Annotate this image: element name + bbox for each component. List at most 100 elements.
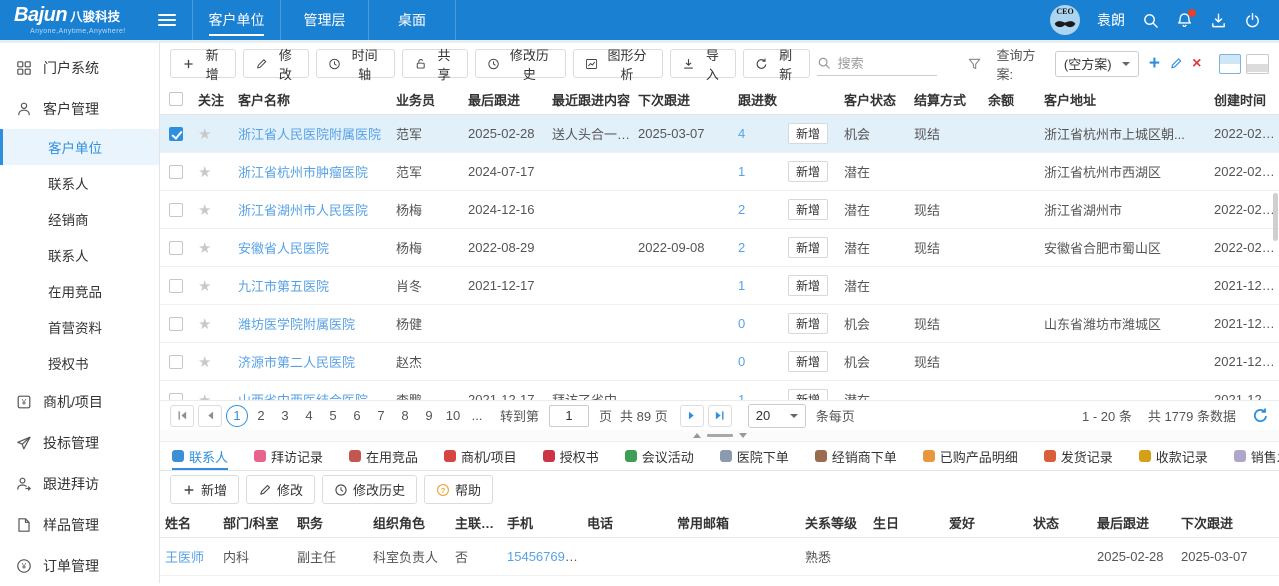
customer-name-link[interactable]: 浙江省人民医院附属医院 bbox=[238, 127, 381, 142]
col-header-balance[interactable]: 余额 bbox=[982, 90, 1038, 109]
sidebar-item-6[interactable]: 在用竞品 bbox=[0, 273, 159, 309]
detail-table-row[interactable]: 王医师 内科 副主任 科室负责人 否 15456769999 熟悉 2025-0… bbox=[160, 538, 1279, 576]
next-page-button[interactable] bbox=[680, 405, 704, 427]
table-row[interactable]: ★ 山西省中西医结合医院 李鹏 2021-12-17 拜访了省中西医 1 新增 … bbox=[160, 381, 1279, 400]
star-icon[interactable]: ★ bbox=[198, 354, 211, 371]
detail-tab-6[interactable]: 医院下单 bbox=[720, 442, 789, 470]
history-button[interactable]: 修改历史 bbox=[322, 475, 417, 504]
collapse-down-icon[interactable] bbox=[739, 433, 747, 442]
table-row[interactable]: ★ 浙江省湖州市人民医院 杨梅 2024-12-16 2 新增 潜在 现结 浙江… bbox=[160, 191, 1279, 229]
col-header-follow-content[interactable]: 最近跟进内容 bbox=[546, 90, 632, 109]
page-number-9[interactable]: 9 bbox=[418, 405, 440, 427]
row-checkbox[interactable] bbox=[169, 317, 183, 331]
sidebar-item-10[interactable]: 投标管理 bbox=[0, 422, 159, 463]
row-checkbox[interactable] bbox=[169, 127, 183, 141]
help-button[interactable]: ?帮助 bbox=[424, 475, 493, 504]
follow-count-link[interactable]: 1 bbox=[738, 164, 745, 179]
row-checkbox[interactable] bbox=[169, 279, 183, 293]
detail-tab-2[interactable]: 在用竞品 bbox=[349, 442, 418, 470]
search-input[interactable] bbox=[836, 55, 936, 72]
follow-count-link[interactable]: 0 bbox=[738, 316, 745, 331]
mobile-link[interactable]: 15456769999 bbox=[507, 549, 582, 564]
page-number-...[interactable]: ... bbox=[466, 405, 488, 427]
table-row[interactable]: ★ 九江市第五医院 肖冬 2021-12-17 1 新增 潜在 2021-12-… bbox=[160, 267, 1279, 305]
table-row[interactable]: ★ 安徽省人民医院 杨梅 2022-08-29 2022-09-08 2 新增 … bbox=[160, 229, 1279, 267]
sidebar-item-3[interactable]: 联系人 bbox=[0, 165, 159, 201]
scrollbar-thumb[interactable] bbox=[1273, 193, 1278, 241]
sidebar-item-0[interactable]: 门户系统 bbox=[0, 47, 159, 88]
page-number-10[interactable]: 10 bbox=[442, 405, 464, 427]
dcol-last-follow[interactable]: 最后跟进 bbox=[1092, 513, 1176, 532]
edit-scheme-button[interactable] bbox=[1169, 56, 1183, 71]
dcol-next-follow[interactable]: 下次跟进 bbox=[1176, 513, 1266, 532]
star-icon[interactable]: ★ bbox=[198, 164, 211, 181]
table-row[interactable]: ★ 浙江省杭州市肿瘤医院 范军 2024-07-17 1 新增 潜在 浙江省杭州… bbox=[160, 153, 1279, 191]
contact-name-link[interactable]: 王医师 bbox=[165, 550, 204, 565]
page-number-4[interactable]: 4 bbox=[298, 405, 320, 427]
top-tab-1[interactable]: 管理层 bbox=[280, 0, 368, 40]
detail-tab-5[interactable]: 会议活动 bbox=[625, 442, 694, 470]
customer-name-link[interactable]: 安徽省人民医院 bbox=[238, 241, 329, 256]
col-header-last-follow[interactable]: 最后跟进 bbox=[462, 90, 546, 109]
sidebar-item-12[interactable]: 样品管理 bbox=[0, 504, 159, 545]
dcol-hobby[interactable]: 爱好 bbox=[944, 513, 1028, 532]
star-icon[interactable]: ★ bbox=[198, 392, 211, 401]
dcol-email[interactable]: 常用邮箱 bbox=[672, 513, 800, 532]
detail-tab-4[interactable]: 授权书 bbox=[543, 442, 599, 470]
customer-name-link[interactable]: 山西省中西医结合医院 bbox=[238, 393, 368, 400]
detail-tab-7[interactable]: 经销商下单 bbox=[815, 442, 897, 470]
follow-count-link[interactable]: 1 bbox=[738, 392, 745, 400]
pencil-button[interactable]: 修改 bbox=[243, 49, 309, 78]
pencil-button[interactable]: 修改 bbox=[246, 475, 315, 504]
col-header-salesperson[interactable]: 业务员 bbox=[390, 90, 462, 109]
customer-name-link[interactable]: 浙江省湖州市人民医院 bbox=[238, 203, 368, 218]
detail-tab-0[interactable]: 联系人 bbox=[172, 442, 228, 470]
follow-count-link[interactable]: 2 bbox=[738, 202, 745, 217]
page-size-select[interactable]: 20 bbox=[748, 404, 806, 428]
avatar[interactable]: CEO bbox=[1050, 5, 1080, 35]
chart-button[interactable]: 图形分析 bbox=[573, 49, 664, 78]
col-header-status[interactable]: 客户状态 bbox=[838, 90, 908, 109]
dcol-relation[interactable]: 关系等级 bbox=[800, 513, 868, 532]
page-number-2[interactable]: 2 bbox=[250, 405, 272, 427]
col-header-follow-count[interactable]: 跟进数 bbox=[712, 90, 782, 109]
add-scheme-button[interactable]: + bbox=[1149, 54, 1160, 73]
full-view-toggle[interactable] bbox=[1246, 54, 1269, 74]
lock-button[interactable]: 共享 bbox=[402, 49, 468, 78]
table-row[interactable]: ★ 济源市第二人民医院 赵杰 0 新增 机会 现结 2021-12-17 bbox=[160, 343, 1279, 381]
row-checkbox[interactable] bbox=[169, 393, 183, 401]
dcol-department[interactable]: 部门/科室 bbox=[218, 513, 292, 532]
col-header-created[interactable]: 创建时间 bbox=[1208, 90, 1278, 109]
star-icon[interactable]: ★ bbox=[198, 316, 211, 333]
download-icon[interactable] bbox=[1210, 12, 1227, 29]
col-header-customer-name[interactable]: 客户名称 bbox=[232, 90, 390, 109]
select-all-checkbox[interactable] bbox=[169, 92, 183, 106]
follow-count-link[interactable]: 4 bbox=[738, 126, 745, 141]
sidebar-item-4[interactable]: 经销商 bbox=[0, 201, 159, 237]
follow-count-link[interactable]: 1 bbox=[738, 278, 745, 293]
refresh-button[interactable]: 刷新 bbox=[743, 49, 809, 78]
first-page-button[interactable] bbox=[170, 405, 194, 427]
dcol-title[interactable]: 职务 bbox=[292, 513, 368, 532]
dcol-birthday[interactable]: 生日 bbox=[868, 513, 944, 532]
customer-name-link[interactable]: 九江市第五医院 bbox=[238, 279, 329, 294]
detail-tab-9[interactable]: 发货记录 bbox=[1044, 442, 1113, 470]
import-button[interactable]: 导入 bbox=[670, 49, 736, 78]
top-tab-0[interactable]: 客户单位 bbox=[192, 0, 280, 40]
customer-name-link[interactable]: 济源市第二人民医院 bbox=[238, 355, 355, 370]
col-header-settlement[interactable]: 结算方式 bbox=[908, 90, 982, 109]
clock-button[interactable]: 时间轴 bbox=[316, 49, 394, 78]
dcol-phone[interactable]: 电话 bbox=[582, 513, 672, 532]
sidebar-item-8[interactable]: 授权书 bbox=[0, 345, 159, 381]
splitter-handle[interactable] bbox=[707, 434, 733, 437]
row-checkbox[interactable] bbox=[169, 241, 183, 255]
last-page-button[interactable] bbox=[708, 405, 732, 427]
page-number-3[interactable]: 3 bbox=[274, 405, 296, 427]
page-number-8[interactable]: 8 bbox=[394, 405, 416, 427]
split-view-toggle[interactable] bbox=[1219, 54, 1242, 74]
page-number-5[interactable]: 5 bbox=[322, 405, 344, 427]
search-icon[interactable] bbox=[1142, 12, 1159, 29]
top-tab-2[interactable]: 桌面 bbox=[368, 0, 456, 40]
power-icon[interactable] bbox=[1244, 12, 1261, 29]
star-icon[interactable]: ★ bbox=[198, 240, 211, 257]
